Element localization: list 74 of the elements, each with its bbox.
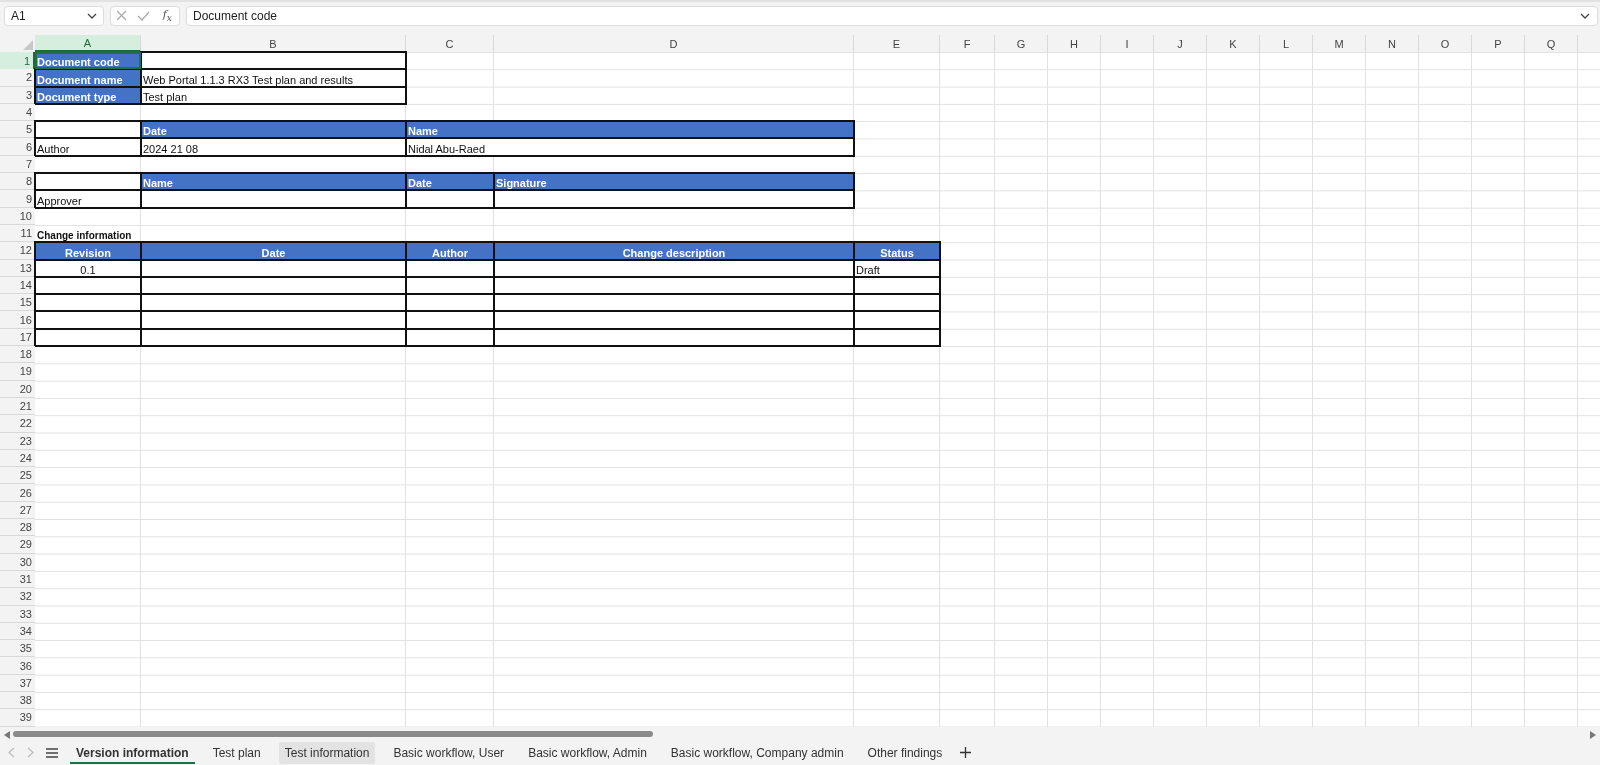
formula-field[interactable]: Document code	[186, 5, 1598, 26]
row-number[interactable]: 26	[0, 484, 35, 502]
row-number[interactable]: 12	[0, 242, 35, 260]
table-cell: Document code	[35, 52, 141, 70]
sheet-tab[interactable]: Test plan	[206, 741, 267, 764]
row-number[interactable]: 29	[0, 536, 35, 554]
row-number[interactable]: 32	[0, 588, 35, 606]
column-header[interactable]: I	[1101, 35, 1154, 52]
row-number[interactable]: 22	[0, 415, 35, 433]
column-header[interactable]: N	[1366, 35, 1419, 52]
column-header[interactable]: C	[406, 35, 494, 52]
section-title: Change information	[36, 229, 133, 243]
row-number[interactable]: 8	[0, 173, 35, 191]
sheet-tab[interactable]: Basic workflow, Admin	[522, 741, 653, 764]
column-header[interactable]: G	[995, 35, 1048, 52]
row-number[interactable]: 9	[0, 190, 35, 208]
next-sheet-icon[interactable]	[27, 747, 34, 759]
expand-icon[interactable]	[1580, 12, 1590, 19]
table-cell: Date	[141, 242, 406, 260]
row-number[interactable]: 15	[0, 294, 35, 312]
scroll-left-icon[interactable]	[4, 730, 10, 739]
table-cell: Document type	[35, 86, 141, 104]
table-cell: 0.1	[35, 259, 141, 277]
row-number[interactable]: 39	[0, 709, 35, 727]
insert-function-button[interactable]: f$_{x}$	[160, 8, 174, 23]
table-cell: Nidal Abu-Raed	[406, 138, 854, 156]
table-cell: Document name	[35, 69, 141, 87]
table-cell: Web Portal 1.1.3 RX3 Test plan and results	[141, 69, 406, 87]
row-number[interactable]: 19	[0, 363, 35, 381]
column-header[interactable]: J	[1154, 35, 1207, 52]
row-number[interactable]: 25	[0, 467, 35, 485]
column-header[interactable]: L	[1260, 35, 1313, 52]
column-header[interactable]: K	[1207, 35, 1260, 52]
add-sheet-icon[interactable]	[960, 747, 972, 759]
table-cell: Draft	[854, 259, 940, 277]
column-header[interactable]: A	[35, 35, 141, 52]
row-number[interactable]: 35	[0, 640, 35, 658]
column-header[interactable]: P	[1472, 35, 1525, 52]
previous-sheet-icon[interactable]	[8, 747, 15, 759]
row-number[interactable]: 2	[0, 69, 35, 87]
table-cell: Status	[854, 242, 940, 260]
table-cell: Author	[35, 138, 141, 156]
table-cell: Approver	[35, 190, 141, 208]
check-icon[interactable]	[137, 10, 151, 21]
sheet-tab[interactable]: Version information	[70, 741, 195, 764]
row-number[interactable]: 6	[0, 138, 35, 156]
row-number[interactable]: 36	[0, 657, 35, 675]
menu-icon[interactable]	[46, 747, 58, 758]
sheet-tab[interactable]: Test information	[278, 741, 376, 764]
column-header[interactable]: H	[1048, 35, 1101, 52]
column-header[interactable]: M	[1313, 35, 1366, 52]
table-cell: Change description	[494, 242, 854, 260]
chevron-down-icon	[87, 12, 97, 19]
table-cell: 2024 21 08	[141, 138, 406, 156]
column-header[interactable]: F	[940, 35, 995, 52]
column-header[interactable]: O	[1419, 35, 1472, 52]
table-cell: Test plan	[141, 86, 406, 104]
table-cell: Revision	[35, 242, 141, 260]
name-box[interactable]: A1	[4, 5, 104, 26]
row-number[interactable]: 16	[0, 311, 35, 329]
sheet-tab[interactable]: Other findings	[861, 741, 949, 764]
column-header[interactable]: E	[854, 35, 940, 52]
row-number[interactable]: 28	[0, 519, 35, 537]
row-number[interactable]: 18	[0, 346, 35, 364]
table-cell: Author	[406, 242, 494, 260]
column-header[interactable]: D	[494, 35, 854, 52]
column-header[interactable]: Q	[1525, 35, 1578, 52]
scrollbar-thumb[interactable]	[13, 731, 653, 738]
sheet-tab[interactable]: Basic workflow, User	[387, 741, 511, 764]
row-number[interactable]: 5	[0, 121, 35, 139]
sheet-tab[interactable]: Basic workflow, Company admin	[664, 741, 850, 764]
scroll-right-icon[interactable]	[1590, 730, 1596, 739]
row-number[interactable]: 1	[0, 52, 35, 70]
cancel-icon[interactable]	[116, 10, 128, 21]
